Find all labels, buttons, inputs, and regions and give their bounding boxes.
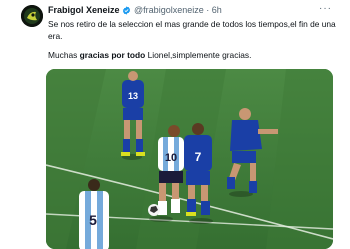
football-ball [148, 204, 160, 216]
shirt-number-7: 7 [195, 150, 202, 164]
more-icon[interactable]: ··· [319, 3, 332, 14]
handle[interactable]: @frabigolxeneize [134, 5, 204, 15]
line2-after: Lionel,simplemente gracias. [145, 50, 252, 60]
tweet-text: Se nos retiro de la seleccion el mas gra… [48, 19, 336, 41]
shirt-number-5: 5 [89, 212, 97, 228]
separator: · [206, 5, 210, 15]
tweet-text-line2: Muchas gracias por todo Lionel,simplemen… [48, 50, 251, 62]
verified-badge-icon [122, 6, 131, 18]
avatar-logo-icon [21, 5, 43, 27]
avatar[interactable] [21, 5, 43, 27]
tweet-media[interactable]: 13 10 7 5 [46, 69, 333, 249]
timestamp[interactable]: 6h [212, 5, 222, 15]
shirt-number-13: 13 [128, 91, 138, 101]
line2-before: Muchas [48, 50, 80, 60]
display-name[interactable]: Frabigol Xeneize [48, 5, 120, 15]
tweet[interactable]: Frabigol Xeneize @frabigolxeneize · 6h ·… [0, 0, 350, 249]
shirt-number-10: 10 [165, 152, 177, 164]
line2-bold: gracias por todo [79, 50, 146, 60]
football-photo: 13 10 7 5 [46, 69, 333, 249]
tweet-header: Frabigol Xeneize @frabigolxeneize · 6h [48, 4, 222, 18]
